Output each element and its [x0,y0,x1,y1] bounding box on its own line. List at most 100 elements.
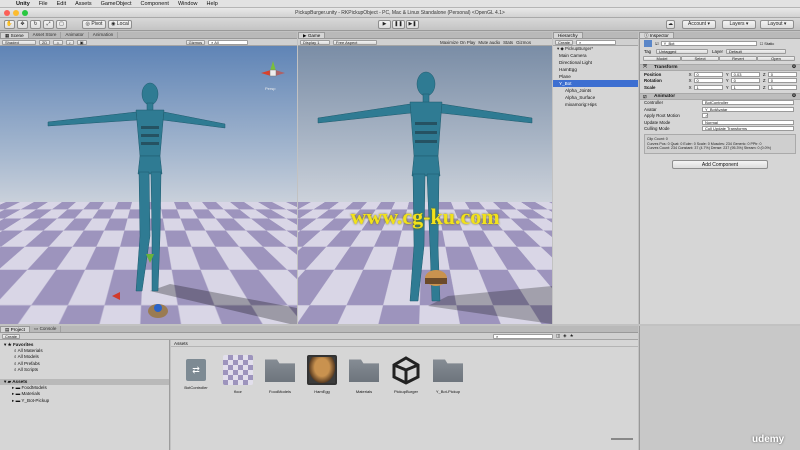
transform-x-field[interactable]: 0 [693,71,723,77]
scene-viewport[interactable]: Persp [0,46,297,324]
transform-x-field[interactable]: 0 [693,78,723,84]
thumb-size-slider[interactable] [611,438,633,440]
scale-tool-icon[interactable]: ⤢ [43,20,54,29]
tab-hierarchy[interactable]: Hierarchy [553,32,583,38]
transform-settings-icon[interactable]: ⚙ [792,65,796,71]
hierarchy-item[interactable]: mixamorig:Hips [553,101,638,108]
animator-row-value[interactable]: Y_BotAvatar [702,106,794,112]
asset-item[interactable]: HamEgg [306,355,338,394]
filter-type-icon[interactable]: ◫ [556,333,560,339]
game-viewport[interactable]: www.cg-ku.com [298,46,552,324]
static-checkbox[interactable]: ☐ Static [760,41,775,46]
tab-animation[interactable]: Animation [89,32,119,38]
scene-root-row[interactable]: ▾ ◆ PickupBurger* [553,46,638,52]
animator-row-value[interactable]: ✓ [702,113,708,119]
layout-dropdown[interactable]: Layout ▾ [760,20,794,29]
2d-toggle[interactable]: 2D [39,39,51,45]
prefab-open-button[interactable]: Open [757,56,795,62]
hierarchy-item[interactable]: HamEgg [553,66,638,73]
animator-checkbox[interactable]: ☑ [643,94,647,100]
filter-label-icon[interactable]: ◈ [563,333,566,339]
active-checkbox[interactable]: ☑ [655,41,659,46]
mute-audio-toggle[interactable]: Mute audio [478,40,500,45]
local-toggle[interactable]: ◉ Local [108,20,132,29]
hierarchy-item[interactable]: Plane [553,73,638,80]
tab-project[interactable]: ▤ Project [0,326,30,332]
tab-inspector[interactable]: ⓘ Inspector [639,32,674,38]
cloud-icon[interactable]: ☁ [666,20,675,29]
hand-tool-icon[interactable]: ✋ [4,20,15,29]
hierarchy-item[interactable]: Alpha_Joints [553,87,638,94]
hierarchy-create-dropdown[interactable]: Create [555,39,574,45]
display-dropdown[interactable]: Display 1 [300,39,330,45]
transform-z-field[interactable]: 0 [767,71,797,77]
scene-orientation-gizmo[interactable] [258,58,288,88]
transform-y-field[interactable]: 1 [730,84,760,90]
asset-breadcrumb[interactable]: Assets [171,340,638,347]
transform-header[interactable]: ⤧ Transform ⚙ [640,64,800,71]
asset-item[interactable]: floor [222,355,254,394]
move-tool-icon[interactable]: ✥ [17,20,28,29]
layers-dropdown[interactable]: Layers ▾ [722,20,756,29]
stats-toggle[interactable]: Stats [503,40,513,45]
menu-edit[interactable]: Edit [57,1,66,7]
pause-button[interactable]: ❚❚ [392,20,405,29]
asset-item[interactable]: FoodModels [264,355,296,394]
menu-assets[interactable]: Assets [75,1,92,7]
object-name-field[interactable]: Y_Bot [660,41,757,46]
tab-asset-store[interactable]: Asset Store [29,32,62,38]
aspect-dropdown[interactable]: Free Aspect [333,39,377,45]
layer-dropdown[interactable]: Default [726,48,786,54]
maximize-on-play-toggle[interactable]: Maximize On Play [440,40,475,45]
hierarchy-item[interactable]: Y_Bot [553,80,638,87]
transform-y-field[interactable]: 0 [730,78,760,84]
asset-item[interactable]: PickupBurger [390,355,422,394]
animator-row-value[interactable]: Cull Update Transforms [702,126,794,132]
zoom-window-icon[interactable] [22,10,28,16]
lighting-toggle-icon[interactable]: ☼ [53,39,63,45]
project-create-dropdown[interactable]: Create [2,333,21,339]
minimize-window-icon[interactable] [13,10,19,16]
scene-search-input[interactable]: ⌕ All [208,39,249,45]
tag-dropdown[interactable]: Untagged [656,48,708,54]
favorites-item[interactable]: ⌕ All Scripts [0,367,169,373]
add-component-button[interactable]: Add Component [672,159,768,169]
shading-mode-dropdown[interactable]: Shaded [2,39,36,45]
prefab-revert-button[interactable]: Revert [719,56,757,62]
step-button[interactable]: ▶❚ [406,20,419,29]
hierarchy-item[interactable]: Alpha_Surface [553,94,638,101]
gizmos-dropdown[interactable]: Gizmos [185,39,206,45]
menu-file[interactable]: File [39,1,48,7]
animator-row-value[interactable]: BotController [702,100,794,106]
rotate-tool-icon[interactable]: ↻ [30,20,41,29]
account-dropdown[interactable]: Account ▾ [682,20,716,29]
prefab-model-button[interactable]: Model [643,56,681,62]
tab-console[interactable]: ▭ Console [30,326,62,332]
game-gizmos-dropdown[interactable]: Gizmos [516,40,531,45]
asset-item[interactable]: Materials [348,355,380,394]
pivot-toggle[interactable]: ◎ Pivot [82,20,106,29]
animator-header[interactable]: ☑ Animator ⚙ [640,92,800,100]
play-button[interactable]: ▶ [378,20,391,29]
close-window-icon[interactable] [4,10,10,16]
transform-z-field[interactable]: 1 [767,84,797,90]
rect-tool-icon[interactable]: ▢ [56,20,67,29]
hierarchy-item[interactable]: Directional Light [553,59,638,66]
scene-bot-figure[interactable] [0,46,297,324]
assets-tree-item[interactable]: ▸ ▬ Y_Bot-Pickup [0,398,169,404]
menu-gameobject[interactable]: GameObject [101,1,132,7]
asset-item[interactable]: ⇄ BotController [180,355,212,390]
transform-y-field[interactable]: 0.03 [730,71,760,77]
menu-component[interactable]: Component [141,1,169,7]
transform-z-field[interactable]: 0 [767,78,797,84]
hierarchy-search-input[interactable]: ⌕ [576,39,617,45]
project-search-input[interactable]: ⌕ [493,333,554,339]
animator-row-value[interactable]: Normal [702,119,794,125]
menu-window[interactable]: Window [178,1,198,7]
effects-dropdown-icon[interactable]: ▣ [76,39,87,45]
tab-scene[interactable]: ▦ Scene [0,32,29,38]
favorite-star-icon[interactable]: ★ [570,333,574,339]
transform-x-field[interactable]: 1 [693,84,723,90]
audio-toggle-icon[interactable]: ♪ [65,39,74,45]
tab-animator[interactable]: Animator [61,32,89,38]
